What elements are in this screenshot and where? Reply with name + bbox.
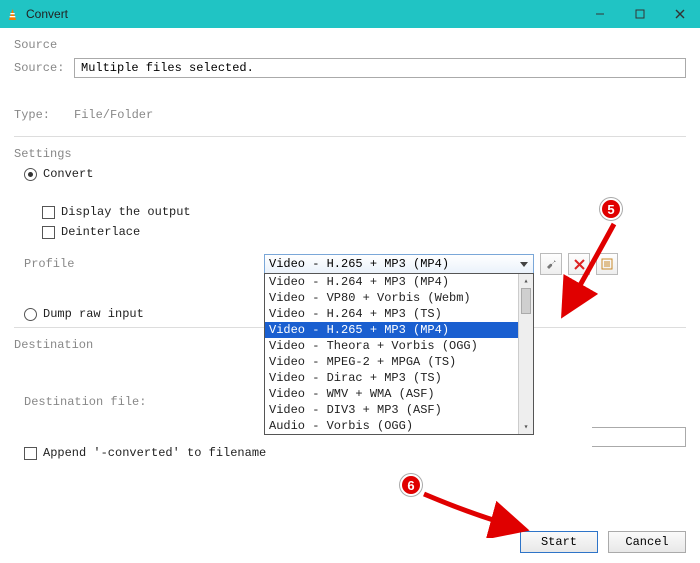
close-button[interactable]: [660, 0, 700, 28]
profile-option[interactable]: Video - H.265 + MP3 (MP4): [265, 322, 533, 338]
vlc-cone-icon: [6, 7, 20, 21]
type-value: File/Folder: [74, 108, 153, 122]
profile-option[interactable]: Audio - Vorbis (OGG): [265, 418, 533, 434]
profile-selected-value: Video - H.265 + MP3 (MP4): [269, 257, 449, 271]
dropdown-scrollbar[interactable]: ▴ ▾: [518, 274, 533, 434]
start-button-label: Start: [541, 535, 577, 549]
profile-option[interactable]: Video - WMV + WMA (ASF): [265, 386, 533, 402]
source-label: Source:: [14, 61, 74, 75]
scroll-up-icon[interactable]: ▴: [519, 274, 533, 288]
scroll-thumb[interactable]: [521, 288, 531, 314]
delete-profile-button[interactable]: [568, 253, 590, 275]
annotation-marker-6: 6: [400, 474, 422, 496]
source-input[interactable]: [74, 58, 686, 78]
append-converted-label: Append '-converted' to filename: [43, 446, 266, 460]
append-converted-checkbox[interactable]: [24, 447, 37, 460]
wrench-icon: [545, 258, 558, 271]
window-title: Convert: [26, 7, 68, 21]
type-label: Type:: [14, 108, 74, 122]
profile-option[interactable]: Video - H.264 + MP3 (MP4): [265, 274, 533, 290]
source-section-label: Source: [14, 38, 686, 52]
new-profile-button[interactable]: [596, 253, 618, 275]
annotation-marker-6-label: 6: [407, 478, 414, 493]
minimize-button[interactable]: [580, 0, 620, 28]
cancel-button[interactable]: Cancel: [608, 531, 686, 553]
convert-radio-label: Convert: [43, 167, 93, 181]
annotation-marker-5-label: 5: [607, 202, 614, 217]
profile-option[interactable]: Video - DIV3 + MP3 (ASF): [265, 402, 533, 418]
deinterlace-checkbox[interactable]: [42, 226, 55, 239]
maximize-button[interactable]: [620, 0, 660, 28]
dump-raw-radio[interactable]: [24, 308, 37, 321]
profile-label: Profile: [24, 257, 264, 271]
settings-section-label: Settings: [14, 147, 686, 161]
profile-option[interactable]: Video - MPEG-2 + MPGA (TS): [265, 354, 533, 370]
new-profile-icon: [601, 258, 613, 270]
profile-option[interactable]: Video - Theora + Vorbis (OGG): [265, 338, 533, 354]
profile-option[interactable]: Video - Dirac + MP3 (TS): [265, 370, 533, 386]
profile-option[interactable]: Video - VP80 + Vorbis (Webm): [265, 290, 533, 306]
edit-profile-button[interactable]: [540, 253, 562, 275]
profile-combobox[interactable]: Video - H.265 + MP3 (MP4): [264, 254, 534, 274]
annotation-marker-5: 5: [600, 198, 622, 220]
display-output-label: Display the output: [61, 205, 191, 219]
convert-radio[interactable]: [24, 168, 37, 181]
start-button[interactable]: Start: [520, 531, 598, 553]
deinterlace-label: Deinterlace: [61, 225, 140, 239]
destination-file-input-tail[interactable]: [592, 427, 686, 447]
display-output-checkbox[interactable]: [42, 206, 55, 219]
profile-option[interactable]: Video - H.264 + MP3 (TS): [265, 306, 533, 322]
chevron-down-icon: [517, 257, 531, 271]
dump-raw-label: Dump raw input: [43, 307, 144, 321]
titlebar: Convert: [0, 0, 700, 28]
profile-dropdown[interactable]: ▴ ▾ Video - H.264 + MP3 (MP4)Video - VP8…: [264, 273, 534, 435]
delete-icon: [574, 259, 585, 270]
divider: [14, 136, 686, 137]
cancel-button-label: Cancel: [625, 535, 668, 549]
scroll-down-icon[interactable]: ▾: [519, 420, 533, 434]
destination-file-label: Destination file:: [24, 395, 264, 409]
